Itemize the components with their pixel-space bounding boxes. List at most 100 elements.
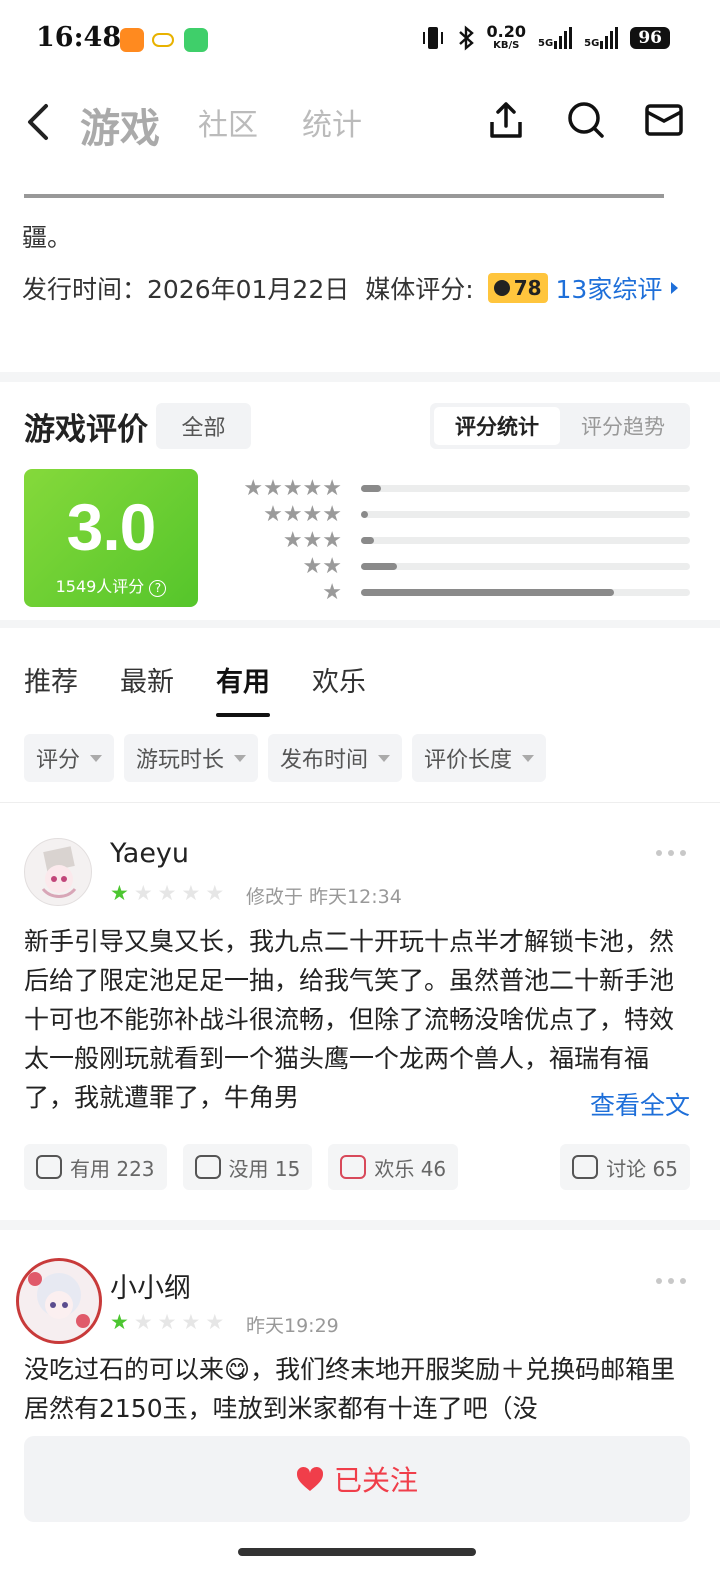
help-icon[interactable]: ? [149,580,167,597]
rating-view-toggle: 评分统计 评分趋势 [430,403,690,449]
reviewer-name[interactable]: Yaeyu [110,838,189,869]
heart-icon [296,1466,324,1491]
follow-button[interactable]: 已关注 [24,1436,690,1522]
tab-community[interactable]: 社区 [198,100,258,144]
review-tabs: 推荐 最新 有用 欢乐 [24,660,366,717]
star-rating-icons: ★ [322,580,342,605]
chevron-down-icon [522,754,535,762]
rating-bar-track [361,485,690,492]
rating-filter-all[interactable]: 全部 [156,403,251,449]
back-arrow-icon[interactable] [22,102,58,142]
star-rating-icons: ★★ [302,554,342,579]
signal-5g-2: 5G [584,26,619,49]
review-filters: 评分 游玩时长 发布时间 评价长度 [24,734,547,782]
tab-rating-trend[interactable]: 评分趋势 [560,407,686,445]
useless-face-icon [194,1155,221,1179]
discuss-icon [572,1155,599,1179]
review-tab-0[interactable]: 推荐 [24,660,78,699]
avatar[interactable] [16,1258,102,1344]
section-divider [0,372,720,382]
rating-row-3-star: ★★★ [218,528,690,554]
mail-icon[interactable] [644,100,684,140]
bluetooth-icon [458,24,474,51]
filter-dropdown-3[interactable]: 评价长度 [412,734,547,782]
rating-bar-track [361,511,690,518]
avatar-illustration [41,846,77,898]
vibrate-icon [422,26,443,49]
share-icon[interactable] [486,100,526,140]
review-time: 昨天19:29 [246,1315,339,1337]
rating-row-4-star: ★★★★ [218,502,690,528]
review-stars: ★ ★ ★ ★ ★ [110,1310,225,1334]
game-description: 疆。 [22,223,73,252]
review-stars: ★ ★ ★ ★ ★ [110,881,225,905]
chevron-down-icon [90,754,103,762]
more-options-icon[interactable] [656,1278,686,1284]
bottom-bar: 已关注 [0,1420,720,1584]
chevron-down-icon [234,754,247,762]
score-badge-icon [493,280,510,296]
section-divider [0,1220,720,1230]
rating-bar-fill [361,485,381,492]
discuss-button[interactable]: 讨论 65 [560,1144,690,1190]
media-reviews-link[interactable]: 13家综评 [556,270,683,306]
rating-bar-fill [361,537,375,544]
avatar[interactable] [24,838,92,906]
overall-score: 3.0 [66,490,157,564]
useful-button[interactable]: 有用 223 [24,1144,167,1190]
filter-dropdown-0[interactable]: 评分 [24,734,115,782]
divider [0,802,720,803]
app-notification-icon [120,28,144,52]
rating-distribution: ★★★★★ ★★★★ ★★★ ★★ ★ [218,476,690,606]
link-notification-icon [152,33,174,47]
status-indicators: 0.20 KB/S 5G 5G 96 [421,22,670,52]
star-rating-icons: ★★★★ [263,502,342,527]
filter-dropdown-1[interactable]: 游玩时长 [124,734,259,782]
reviewer-name[interactable]: 小小纲 [110,1266,191,1305]
search-icon[interactable] [566,100,606,140]
fun-face-icon [340,1155,367,1179]
tab-rating-stats[interactable]: 评分统计 [434,407,560,445]
more-options-icon[interactable] [656,850,686,856]
section-divider [0,620,720,628]
media-score-badge: 78 [487,273,548,303]
rating-row-2-star: ★★ [218,554,690,580]
release-date: 发行时间：2026年01月22日 [22,275,350,304]
tab-stats[interactable]: 统计 [302,100,362,144]
message-notification-icon [184,28,208,52]
review-tab-3[interactable]: 欢乐 [312,660,366,699]
rating-bar-fill [361,563,398,570]
tab-game[interactable]: 游戏 [80,96,160,154]
rating-bar-track [361,563,690,570]
overall-score-card: 3.0 1549人评分 ? [24,469,198,607]
signal-5g-1: 5G [538,26,573,49]
review-tab-2[interactable]: 有用 [216,660,270,717]
review-body: 没吃过石的可以来😋，我们终末地开服奖励＋兑换码邮箱里居然有2150玉，哇放到米家… [24,1355,676,1420]
fun-button[interactable]: 欢乐 46 [328,1144,459,1190]
network-speed: 0.20 KB/S [486,22,526,52]
battery-indicator: 96 [630,26,670,49]
rating-row-5-star: ★★★★★ [218,476,690,502]
useless-button[interactable]: 没用 15 [182,1144,313,1190]
filter-dropdown-2[interactable]: 发布时间 [268,734,403,782]
rating-count: 1549人评分 ? [24,573,198,597]
rating-bar-track [361,537,690,544]
follow-label: 已关注 [333,1464,418,1497]
read-more-link[interactable]: 查看全文 [539,1086,690,1125]
avatar-illustration [28,1272,90,1328]
useful-face-icon [36,1155,62,1179]
chevron-down-icon [378,754,391,762]
review-tab-1[interactable]: 最新 [120,660,174,699]
home-indicator[interactable] [238,1548,476,1556]
rating-bar-fill [361,589,615,596]
rating-row-1-star: ★ [218,580,690,606]
rating-bar-track [361,589,690,596]
desc-truncated-line [24,192,684,202]
caret-right-icon [671,282,679,294]
review-reactions: 有用 223 没用 15 欢乐 46 讨论 65 [24,1144,690,1190]
review-time: 修改于 昨天12:34 [246,886,402,908]
star-rating-icons: ★★★★★ [243,476,342,501]
status-time: 16:48 [36,22,122,53]
star-rating-icons: ★★★ [282,528,342,553]
release-info: 发行时间：2026年01月22日 媒体评分: 78 13家综评 [22,270,682,306]
